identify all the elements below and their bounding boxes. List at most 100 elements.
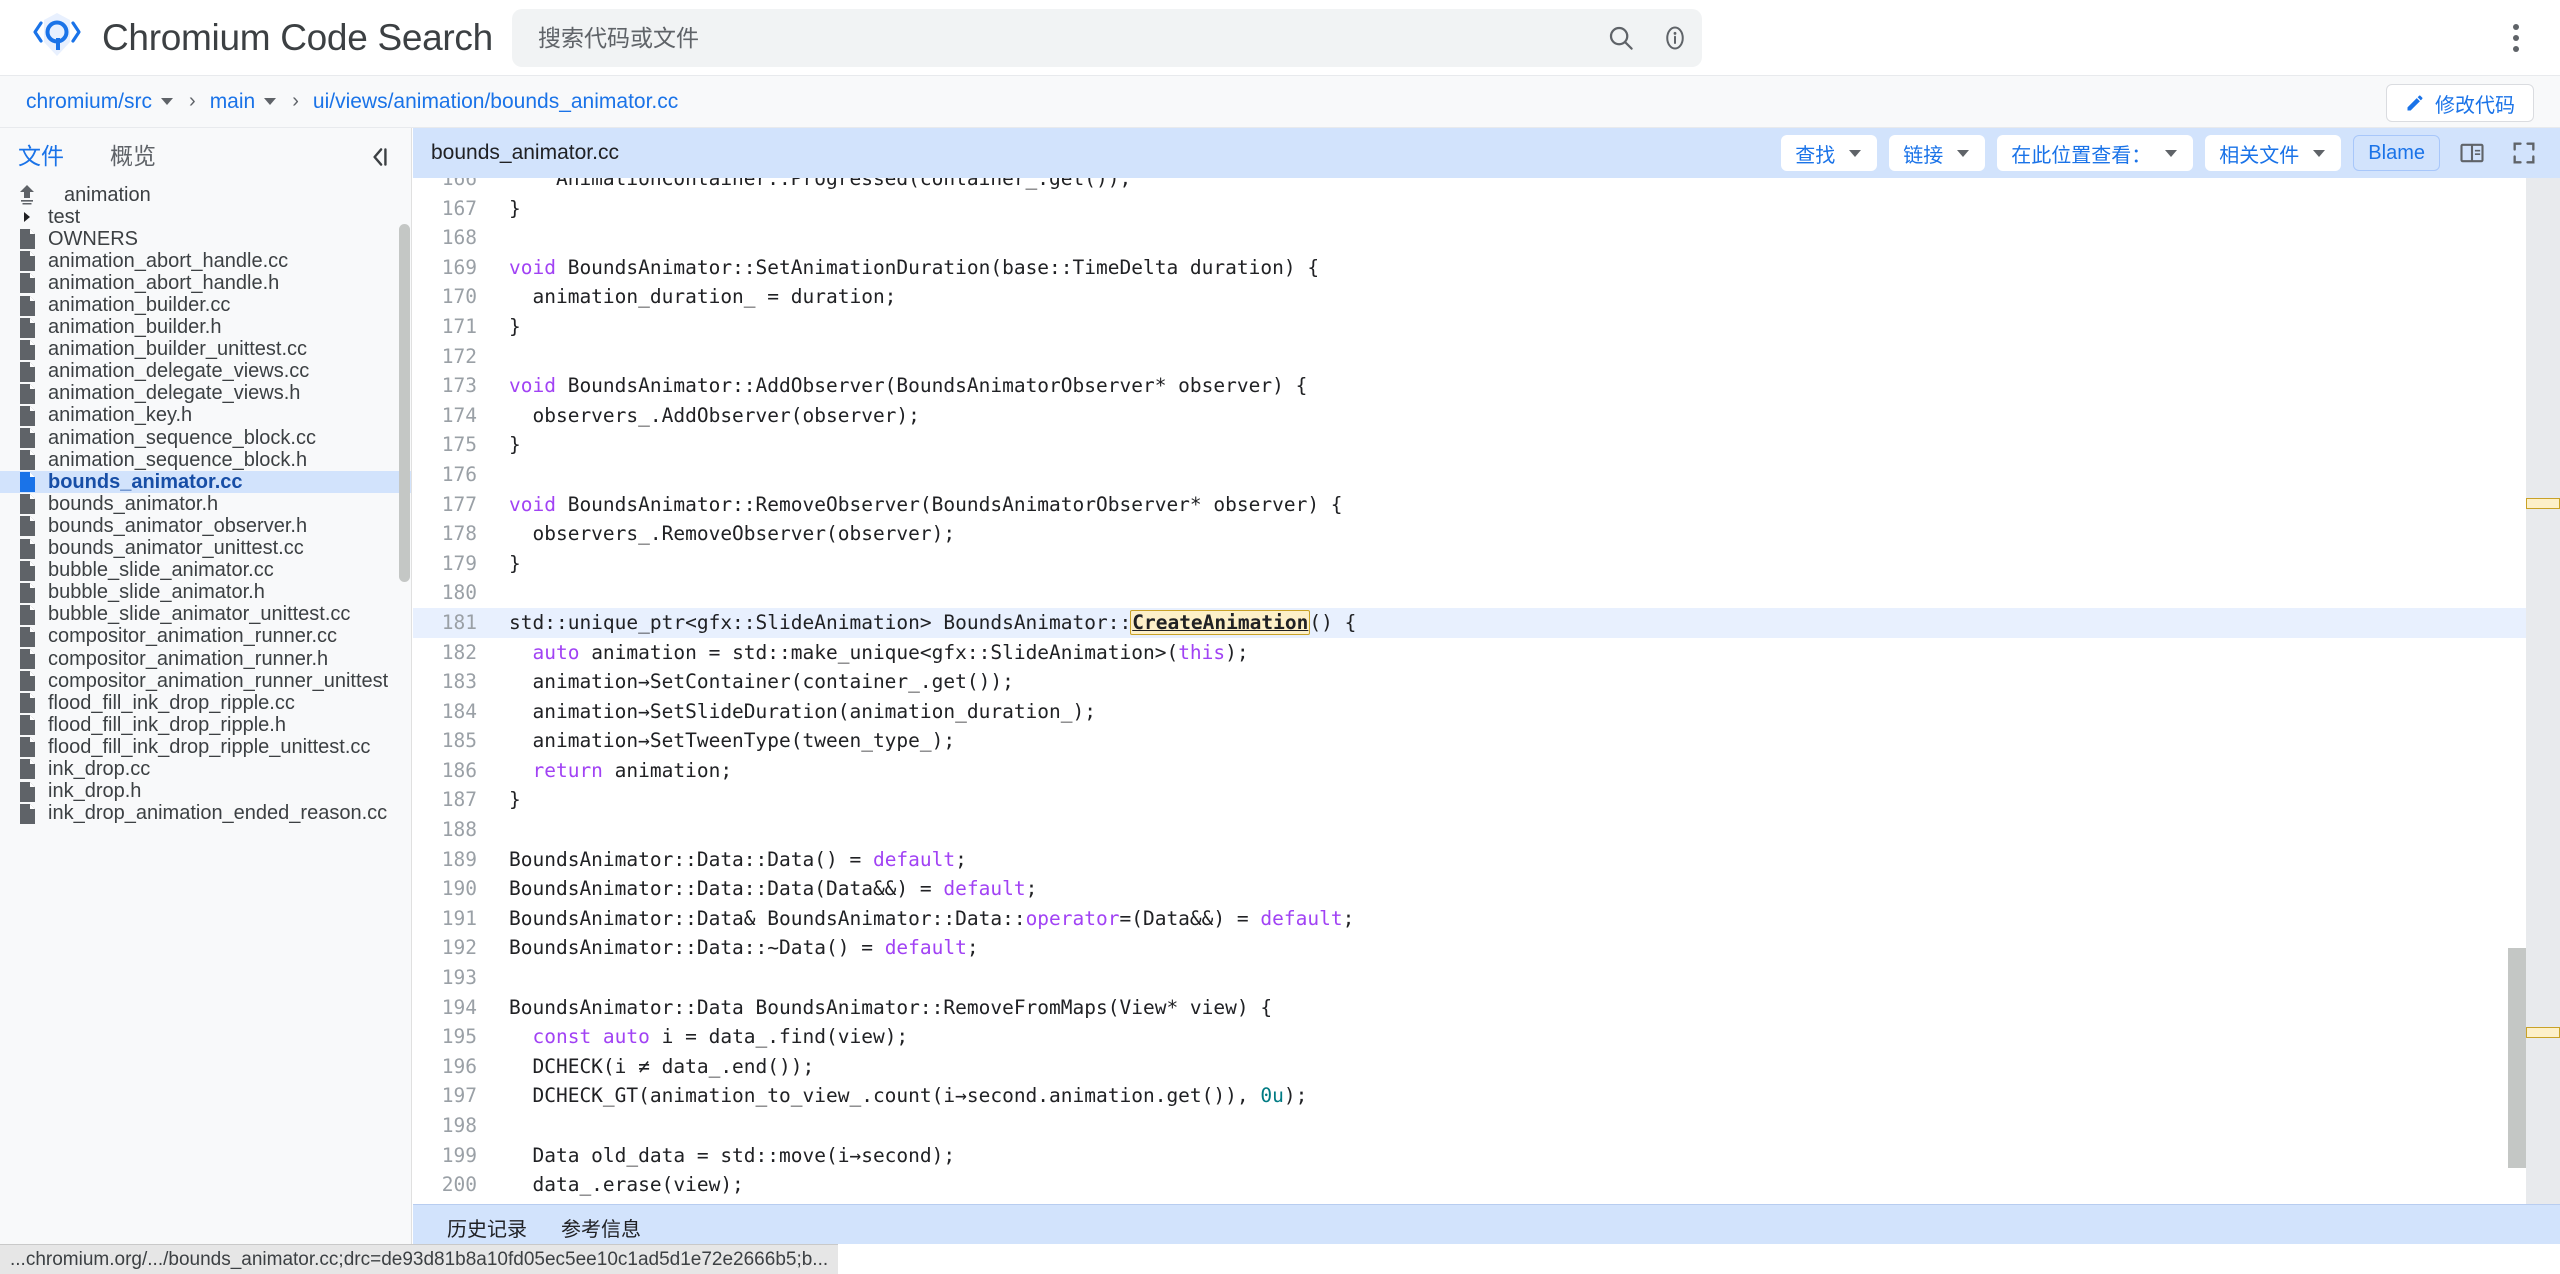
- line-number[interactable]: 187: [413, 785, 491, 815]
- code-line[interactable]: 190 BoundsAnimator::Data::Data(Data&&) = …: [413, 874, 2560, 904]
- file-tree-item[interactable]: flood_fill_ink_drop_ripple.cc: [0, 692, 411, 714]
- toolbar-button-0[interactable]: 查找: [1781, 135, 1878, 171]
- breadcrumb-repo[interactable]: chromium/src: [26, 90, 152, 114]
- code-line[interactable]: 177 void BoundsAnimator::RemoveObserver(B…: [413, 490, 2560, 520]
- code-line[interactable]: 183 animation→SetContainer(container_.ge…: [413, 667, 2560, 697]
- line-number[interactable]: 171: [413, 312, 491, 342]
- breadcrumb-path[interactable]: ui/views/animation/bounds_animator.cc: [313, 90, 678, 114]
- code-line[interactable]: 194 BoundsAnimator::Data BoundsAnimator::…: [413, 993, 2560, 1023]
- file-tree-item[interactable]: OWNERS: [0, 228, 411, 250]
- line-number[interactable]: 196: [413, 1052, 491, 1082]
- code-line[interactable]: 170 animation_duration_ = duration;: [413, 282, 2560, 312]
- branch-chevron-down-icon[interactable]: [264, 98, 277, 105]
- file-tree-item[interactable]: animation_builder_unittest.cc: [0, 338, 411, 361]
- line-number[interactable]: 170: [413, 282, 491, 312]
- file-tree-item[interactable]: bubble_slide_animator.h: [0, 581, 411, 604]
- file-tree-item[interactable]: ink_drop.h: [0, 780, 411, 803]
- code-line[interactable]: 176: [413, 460, 2560, 490]
- highlighted-token[interactable]: CreateAnimation: [1130, 609, 1311, 635]
- line-number[interactable]: 175: [413, 430, 491, 460]
- toolbar-button-1[interactable]: 链接: [1889, 135, 1986, 171]
- file-tree-item[interactable]: bubble_slide_animator.cc: [0, 559, 411, 582]
- line-number[interactable]: 168: [413, 223, 491, 253]
- code-line[interactable]: 189 BoundsAnimator::Data::Data() = defaul…: [413, 845, 2560, 875]
- search-input[interactable]: [512, 23, 1594, 53]
- file-tree-item[interactable]: animation_abort_handle.cc: [0, 250, 411, 272]
- code-line[interactable]: 185 animation→SetTweenType(tween_type_);: [413, 726, 2560, 756]
- code-line[interactable]: 175}: [413, 430, 2560, 460]
- match-minimap[interactable]: [2526, 178, 2560, 1244]
- line-number[interactable]: 166: [413, 178, 491, 194]
- search-icon[interactable]: [1594, 11, 1648, 65]
- line-number[interactable]: 172: [413, 342, 491, 372]
- line-number[interactable]: 197: [413, 1081, 491, 1111]
- code-line[interactable]: 200 data_.erase(view);: [413, 1170, 2560, 1200]
- code-line[interactable]: 179}: [413, 549, 2560, 579]
- file-tree-item[interactable]: animation_sequence_block.h: [0, 449, 411, 471]
- file-tree-item[interactable]: bounds_animator.h: [0, 493, 411, 515]
- tab-references[interactable]: 参考信息: [561, 1213, 641, 1244]
- line-number[interactable]: 181: [413, 608, 491, 638]
- code-line[interactable]: 172: [413, 342, 2560, 372]
- line-number[interactable]: 191: [413, 904, 491, 934]
- tab-outline[interactable]: 概览: [110, 137, 156, 175]
- file-tree-item[interactable]: animation_key.h: [0, 404, 411, 427]
- file-tree-item[interactable]: animation_delegate_views.cc: [0, 360, 411, 383]
- line-number[interactable]: 188: [413, 815, 491, 845]
- line-number[interactable]: 194: [413, 993, 491, 1023]
- code-line[interactable]: 199 Data old_data = std::move(i→second);: [413, 1141, 2560, 1171]
- edit-code-button[interactable]: 修改代码: [2386, 84, 2534, 122]
- collapse-panel-icon[interactable]: [363, 140, 397, 174]
- code-scrollbar[interactable]: [2508, 178, 2526, 1244]
- breadcrumb-branch[interactable]: main: [210, 90, 256, 114]
- code-line[interactable]: 180: [413, 578, 2560, 608]
- code-line[interactable]: 193: [413, 963, 2560, 993]
- code-line[interactable]: 184 animation→SetSlideDuration(animation…: [413, 697, 2560, 727]
- code-lines[interactable]: 166 AnimationContainer::Progressed(conta…: [413, 178, 2560, 1244]
- codesearch-logo-icon[interactable]: [26, 7, 88, 69]
- file-tree-item[interactable]: bounds_animator_observer.h: [0, 515, 411, 537]
- toolbar-button-4[interactable]: Blame: [2353, 135, 2440, 171]
- file-tree-item[interactable]: compositor_animation_runner_unittest: [0, 670, 411, 692]
- code-line[interactable]: 169 void BoundsAnimator::SetAnimationDura…: [413, 253, 2560, 283]
- code-line[interactable]: 174 observers_.AddObserver(observer);: [413, 401, 2560, 431]
- code-line[interactable]: 171}: [413, 312, 2560, 342]
- file-tree-item[interactable]: animation: [0, 184, 411, 206]
- line-number[interactable]: 189: [413, 845, 491, 875]
- file-tree-item[interactable]: animation_builder.h: [0, 316, 411, 339]
- code-line[interactable]: 197 DCHECK_GT(animation_to_view_.count(i…: [413, 1081, 2560, 1111]
- sidebar-scrollbar-thumb[interactable]: [399, 224, 410, 582]
- file-tree-item[interactable]: flood_fill_ink_drop_ripple_unittest.cc: [0, 736, 411, 758]
- line-number[interactable]: 184: [413, 697, 491, 727]
- file-tree-item[interactable]: compositor_animation_runner.cc: [0, 625, 411, 648]
- line-number[interactable]: 195: [413, 1022, 491, 1052]
- line-number[interactable]: 183: [413, 667, 491, 697]
- file-tree-item[interactable]: animation_abort_handle.h: [0, 272, 411, 294]
- repo-chevron-down-icon[interactable]: [161, 98, 174, 105]
- line-number[interactable]: 177: [413, 490, 491, 520]
- code-line[interactable]: 196 DCHECK(i ≠ data_.end());: [413, 1052, 2560, 1082]
- minimap-match-marker[interactable]: [2526, 498, 2560, 509]
- file-tree-item[interactable]: compositor_animation_runner.h: [0, 648, 411, 670]
- split-view-icon[interactable]: [2452, 135, 2492, 171]
- line-number[interactable]: 182: [413, 638, 491, 668]
- line-number[interactable]: 174: [413, 401, 491, 431]
- file-tree-item[interactable]: bubble_slide_animator_unittest.cc: [0, 603, 411, 626]
- file-tree-item[interactable]: ink_drop.cc: [0, 758, 411, 780]
- file-tree-item[interactable]: animation_sequence_block.cc: [0, 427, 411, 449]
- code-line[interactable]: 191 BoundsAnimator::Data& BoundsAnimator:…: [413, 904, 2560, 934]
- code-line[interactable]: 188: [413, 815, 2560, 845]
- file-tree-item[interactable]: ink_drop_animation_ended_reason.cc: [0, 802, 411, 825]
- line-number[interactable]: 198: [413, 1111, 491, 1141]
- code-line[interactable]: 192 BoundsAnimator::Data::~Data() = defau…: [413, 933, 2560, 963]
- line-number[interactable]: 192: [413, 933, 491, 963]
- code-line[interactable]: 198: [413, 1111, 2560, 1141]
- info-circle-icon[interactable]: [1648, 11, 1702, 65]
- line-number[interactable]: 199: [413, 1141, 491, 1171]
- file-tree-item[interactable]: animation_delegate_views.h: [0, 382, 411, 405]
- file-tree-item[interactable]: flood_fill_ink_drop_ripple.h: [0, 714, 411, 736]
- code-line[interactable]: 182 auto animation = std::make_unique<gf…: [413, 638, 2560, 668]
- toolbar-button-3[interactable]: 相关文件: [2205, 135, 2342, 171]
- toolbar-button-2[interactable]: 在此位置查看：: [1997, 135, 2194, 171]
- fullscreen-icon[interactable]: [2504, 135, 2544, 171]
